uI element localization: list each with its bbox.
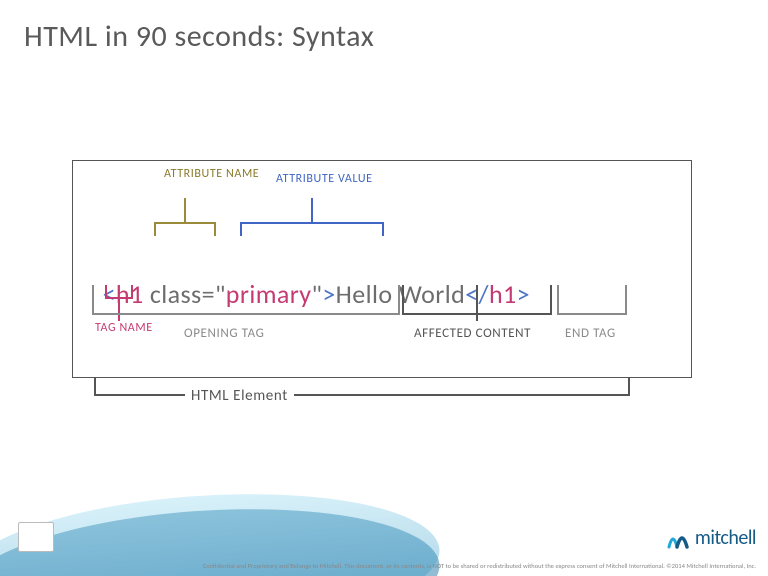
mitchell-logo-text: mitchell bbox=[695, 526, 756, 550]
bracket-attribute-name bbox=[154, 222, 216, 236]
stem-attribute-value bbox=[311, 198, 313, 222]
label-attribute-value: ATTRIBUTE VALUE bbox=[276, 172, 366, 186]
stem-affected-content bbox=[476, 285, 478, 321]
stem-attribute-name bbox=[184, 198, 186, 222]
label-html-element: HTML Element bbox=[185, 387, 294, 405]
label-opening-tag: OPENING TAG bbox=[184, 326, 264, 341]
page-number-box bbox=[18, 522, 54, 552]
bracket-attribute-value bbox=[240, 222, 384, 236]
label-end-tag: END TAG bbox=[565, 326, 616, 341]
label-attribute-name: ATTRIBUTE NAME bbox=[164, 168, 244, 182]
label-tag-name: TAG NAME bbox=[95, 322, 145, 336]
footer-legal: Confidential and Proprietary and Belongs… bbox=[203, 563, 756, 570]
bracket-end-tag bbox=[557, 285, 627, 315]
mitchell-logo-icon bbox=[667, 527, 693, 549]
label-affected-content: AFFECTED CONTENT bbox=[414, 326, 531, 341]
bracket-html-element bbox=[94, 378, 630, 396]
mitchell-logo: mitchell bbox=[667, 526, 756, 550]
bracket-opening-tag bbox=[92, 285, 400, 315]
slide-title: HTML in 90 seconds: Syntax bbox=[24, 18, 374, 55]
